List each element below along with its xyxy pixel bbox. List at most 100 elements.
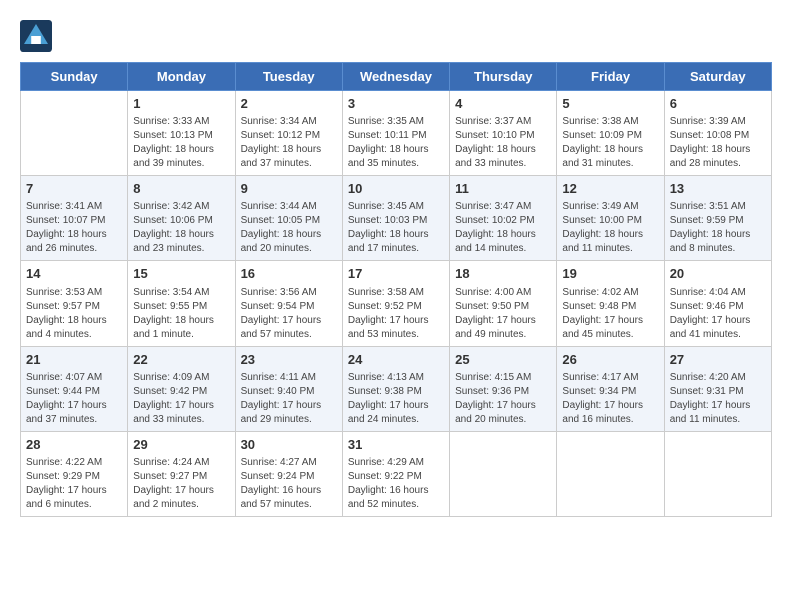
calendar-table: SundayMondayTuesdayWednesdayThursdayFrid… bbox=[20, 62, 772, 517]
week-row-4: 21 Sunrise: 4:07 AM Sunset: 9:44 PM Dayli… bbox=[21, 346, 772, 431]
logo-icon bbox=[20, 20, 52, 52]
day-info: Sunrise: 3:37 AM Sunset: 10:10 PM Daylig… bbox=[455, 115, 551, 171]
day-number: 30 bbox=[241, 436, 337, 454]
calendar-cell: 8 Sunrise: 3:42 AM Sunset: 10:06 PM Dayli… bbox=[128, 176, 235, 261]
day-info: Sunrise: 3:42 AM Sunset: 10:06 PM Daylig… bbox=[133, 200, 229, 256]
weekday-header-monday: Monday bbox=[128, 63, 235, 91]
day-number: 21 bbox=[26, 351, 122, 369]
day-info: Sunrise: 3:38 AM Sunset: 10:09 PM Daylig… bbox=[562, 115, 658, 171]
week-row-3: 14Sunrise: 3:53 AM Sunset: 9:57 PM Dayli… bbox=[21, 261, 772, 346]
weekday-header-thursday: Thursday bbox=[450, 63, 557, 91]
weekday-header-row: SundayMondayTuesdayWednesdayThursdayFrid… bbox=[21, 63, 772, 91]
calendar-cell: 13 Sunrise: 3:51 AM Sunset: 9:59 PM Dayli… bbox=[664, 176, 771, 261]
day-info: Sunrise: 3:49 AM Sunset: 10:00 PM Daylig… bbox=[562, 200, 658, 256]
calendar-cell: 16 Sunrise: 3:56 AM Sunset: 9:54 PM Dayli… bbox=[235, 261, 342, 346]
day-info: Sunrise: 4:29 AM Sunset: 9:22 PM Dayligh… bbox=[348, 456, 444, 512]
day-info: Sunrise: 3:47 AM Sunset: 10:02 PM Daylig… bbox=[455, 200, 551, 256]
calendar-cell: 26 Sunrise: 4:17 AM Sunset: 9:34 PM Dayli… bbox=[557, 346, 664, 431]
calendar-cell: 1Sunrise: 3:33 AM Sunset: 10:13 PM Dayli… bbox=[128, 91, 235, 176]
calendar-cell: 11 Sunrise: 3:47 AM Sunset: 10:02 PM Dayl… bbox=[450, 176, 557, 261]
calendar-cell: 2 Sunrise: 3:34 AM Sunset: 10:12 PM Dayli… bbox=[235, 91, 342, 176]
calendar-cell: 5 Sunrise: 3:38 AM Sunset: 10:09 PM Dayli… bbox=[557, 91, 664, 176]
day-info: Sunrise: 3:34 AM Sunset: 10:12 PM Daylig… bbox=[241, 115, 337, 171]
day-number: 25 bbox=[455, 351, 551, 369]
day-number: 8 bbox=[133, 180, 229, 198]
day-number: 13 bbox=[670, 180, 766, 198]
day-info: Sunrise: 4:17 AM Sunset: 9:34 PM Dayligh… bbox=[562, 371, 658, 427]
day-number: 6 bbox=[670, 95, 766, 113]
day-number: 16 bbox=[241, 265, 337, 283]
day-number: 19 bbox=[562, 265, 658, 283]
day-number: 7 bbox=[26, 180, 122, 198]
calendar-cell: 4 Sunrise: 3:37 AM Sunset: 10:10 PM Dayli… bbox=[450, 91, 557, 176]
day-info: Sunrise: 4:07 AM Sunset: 9:44 PM Dayligh… bbox=[26, 371, 122, 427]
day-number: 14 bbox=[26, 265, 122, 283]
calendar-cell: 12 Sunrise: 3:49 AM Sunset: 10:00 PM Dayl… bbox=[557, 176, 664, 261]
calendar-cell: 30 Sunrise: 4:27 AM Sunset: 9:24 PM Dayli… bbox=[235, 431, 342, 516]
calendar-cell: 17Sunrise: 3:58 AM Sunset: 9:52 PM Dayli… bbox=[342, 261, 449, 346]
calendar-cell bbox=[450, 431, 557, 516]
day-info: Sunrise: 3:58 AM Sunset: 9:52 PM Dayligh… bbox=[348, 286, 444, 342]
day-number: 11 bbox=[455, 180, 551, 198]
day-number: 12 bbox=[562, 180, 658, 198]
calendar-cell: 19 Sunrise: 4:02 AM Sunset: 9:48 PM Dayli… bbox=[557, 261, 664, 346]
calendar-cell bbox=[21, 91, 128, 176]
calendar-cell: 21 Sunrise: 4:07 AM Sunset: 9:44 PM Dayli… bbox=[21, 346, 128, 431]
logo bbox=[20, 20, 56, 52]
calendar-cell: 28 Sunrise: 4:22 AM Sunset: 9:29 PM Dayli… bbox=[21, 431, 128, 516]
calendar-cell: 20Sunrise: 4:04 AM Sunset: 9:46 PM Dayli… bbox=[664, 261, 771, 346]
day-number: 18 bbox=[455, 265, 551, 283]
day-info: Sunrise: 4:20 AM Sunset: 9:31 PM Dayligh… bbox=[670, 371, 766, 427]
day-number: 3 bbox=[348, 95, 444, 113]
week-row-5: 28 Sunrise: 4:22 AM Sunset: 9:29 PM Dayli… bbox=[21, 431, 772, 516]
calendar-cell: 7 Sunrise: 3:41 AM Sunset: 10:07 PM Dayli… bbox=[21, 176, 128, 261]
day-info: Sunrise: 4:09 AM Sunset: 9:42 PM Dayligh… bbox=[133, 371, 229, 427]
day-number: 2 bbox=[241, 95, 337, 113]
day-number: 27 bbox=[670, 351, 766, 369]
weekday-header-saturday: Saturday bbox=[664, 63, 771, 91]
day-number: 1 bbox=[133, 95, 229, 113]
day-number: 26 bbox=[562, 351, 658, 369]
calendar-cell: 10 Sunrise: 3:45 AM Sunset: 10:03 PM Dayl… bbox=[342, 176, 449, 261]
calendar-cell: 18 Sunrise: 4:00 AM Sunset: 9:50 PM Dayli… bbox=[450, 261, 557, 346]
day-info: Sunrise: 3:41 AM Sunset: 10:07 PM Daylig… bbox=[26, 200, 122, 256]
calendar-cell: 22Sunrise: 4:09 AM Sunset: 9:42 PM Dayli… bbox=[128, 346, 235, 431]
page-header bbox=[20, 20, 772, 52]
day-info: Sunrise: 3:44 AM Sunset: 10:05 PM Daylig… bbox=[241, 200, 337, 256]
calendar-cell: 29Sunrise: 4:24 AM Sunset: 9:27 PM Dayli… bbox=[128, 431, 235, 516]
day-info: Sunrise: 4:24 AM Sunset: 9:27 PM Dayligh… bbox=[133, 456, 229, 512]
calendar-cell: 6 Sunrise: 3:39 AM Sunset: 10:08 PM Dayli… bbox=[664, 91, 771, 176]
week-row-1: 1Sunrise: 3:33 AM Sunset: 10:13 PM Dayli… bbox=[21, 91, 772, 176]
calendar-cell: 23Sunrise: 4:11 AM Sunset: 9:40 PM Dayli… bbox=[235, 346, 342, 431]
day-info: Sunrise: 4:13 AM Sunset: 9:38 PM Dayligh… bbox=[348, 371, 444, 427]
calendar-cell: 31Sunrise: 4:29 AM Sunset: 9:22 PM Dayli… bbox=[342, 431, 449, 516]
day-info: Sunrise: 4:02 AM Sunset: 9:48 PM Dayligh… bbox=[562, 286, 658, 342]
calendar-cell: 24 Sunrise: 4:13 AM Sunset: 9:38 PM Dayli… bbox=[342, 346, 449, 431]
day-info: Sunrise: 4:22 AM Sunset: 9:29 PM Dayligh… bbox=[26, 456, 122, 512]
day-number: 24 bbox=[348, 351, 444, 369]
day-info: Sunrise: 3:51 AM Sunset: 9:59 PM Dayligh… bbox=[670, 200, 766, 256]
day-info: Sunrise: 3:45 AM Sunset: 10:03 PM Daylig… bbox=[348, 200, 444, 256]
day-number: 15 bbox=[133, 265, 229, 283]
day-number: 9 bbox=[241, 180, 337, 198]
day-number: 4 bbox=[455, 95, 551, 113]
day-info: Sunrise: 4:04 AM Sunset: 9:46 PM Dayligh… bbox=[670, 286, 766, 342]
calendar-cell: 9 Sunrise: 3:44 AM Sunset: 10:05 PM Dayli… bbox=[235, 176, 342, 261]
day-number: 23 bbox=[241, 351, 337, 369]
weekday-header-sunday: Sunday bbox=[21, 63, 128, 91]
day-info: Sunrise: 3:39 AM Sunset: 10:08 PM Daylig… bbox=[670, 115, 766, 171]
day-info: Sunrise: 3:35 AM Sunset: 10:11 PM Daylig… bbox=[348, 115, 444, 171]
calendar-cell bbox=[664, 431, 771, 516]
calendar-cell: 3 Sunrise: 3:35 AM Sunset: 10:11 PM Dayli… bbox=[342, 91, 449, 176]
calendar-cell: 14Sunrise: 3:53 AM Sunset: 9:57 PM Dayli… bbox=[21, 261, 128, 346]
weekday-header-tuesday: Tuesday bbox=[235, 63, 342, 91]
day-number: 5 bbox=[562, 95, 658, 113]
day-info: Sunrise: 3:54 AM Sunset: 9:55 PM Dayligh… bbox=[133, 286, 229, 342]
day-info: Sunrise: 3:56 AM Sunset: 9:54 PM Dayligh… bbox=[241, 286, 337, 342]
day-number: 28 bbox=[26, 436, 122, 454]
weekday-header-friday: Friday bbox=[557, 63, 664, 91]
day-info: Sunrise: 4:00 AM Sunset: 9:50 PM Dayligh… bbox=[455, 286, 551, 342]
day-info: Sunrise: 4:27 AM Sunset: 9:24 PM Dayligh… bbox=[241, 456, 337, 512]
calendar-cell bbox=[557, 431, 664, 516]
day-number: 10 bbox=[348, 180, 444, 198]
